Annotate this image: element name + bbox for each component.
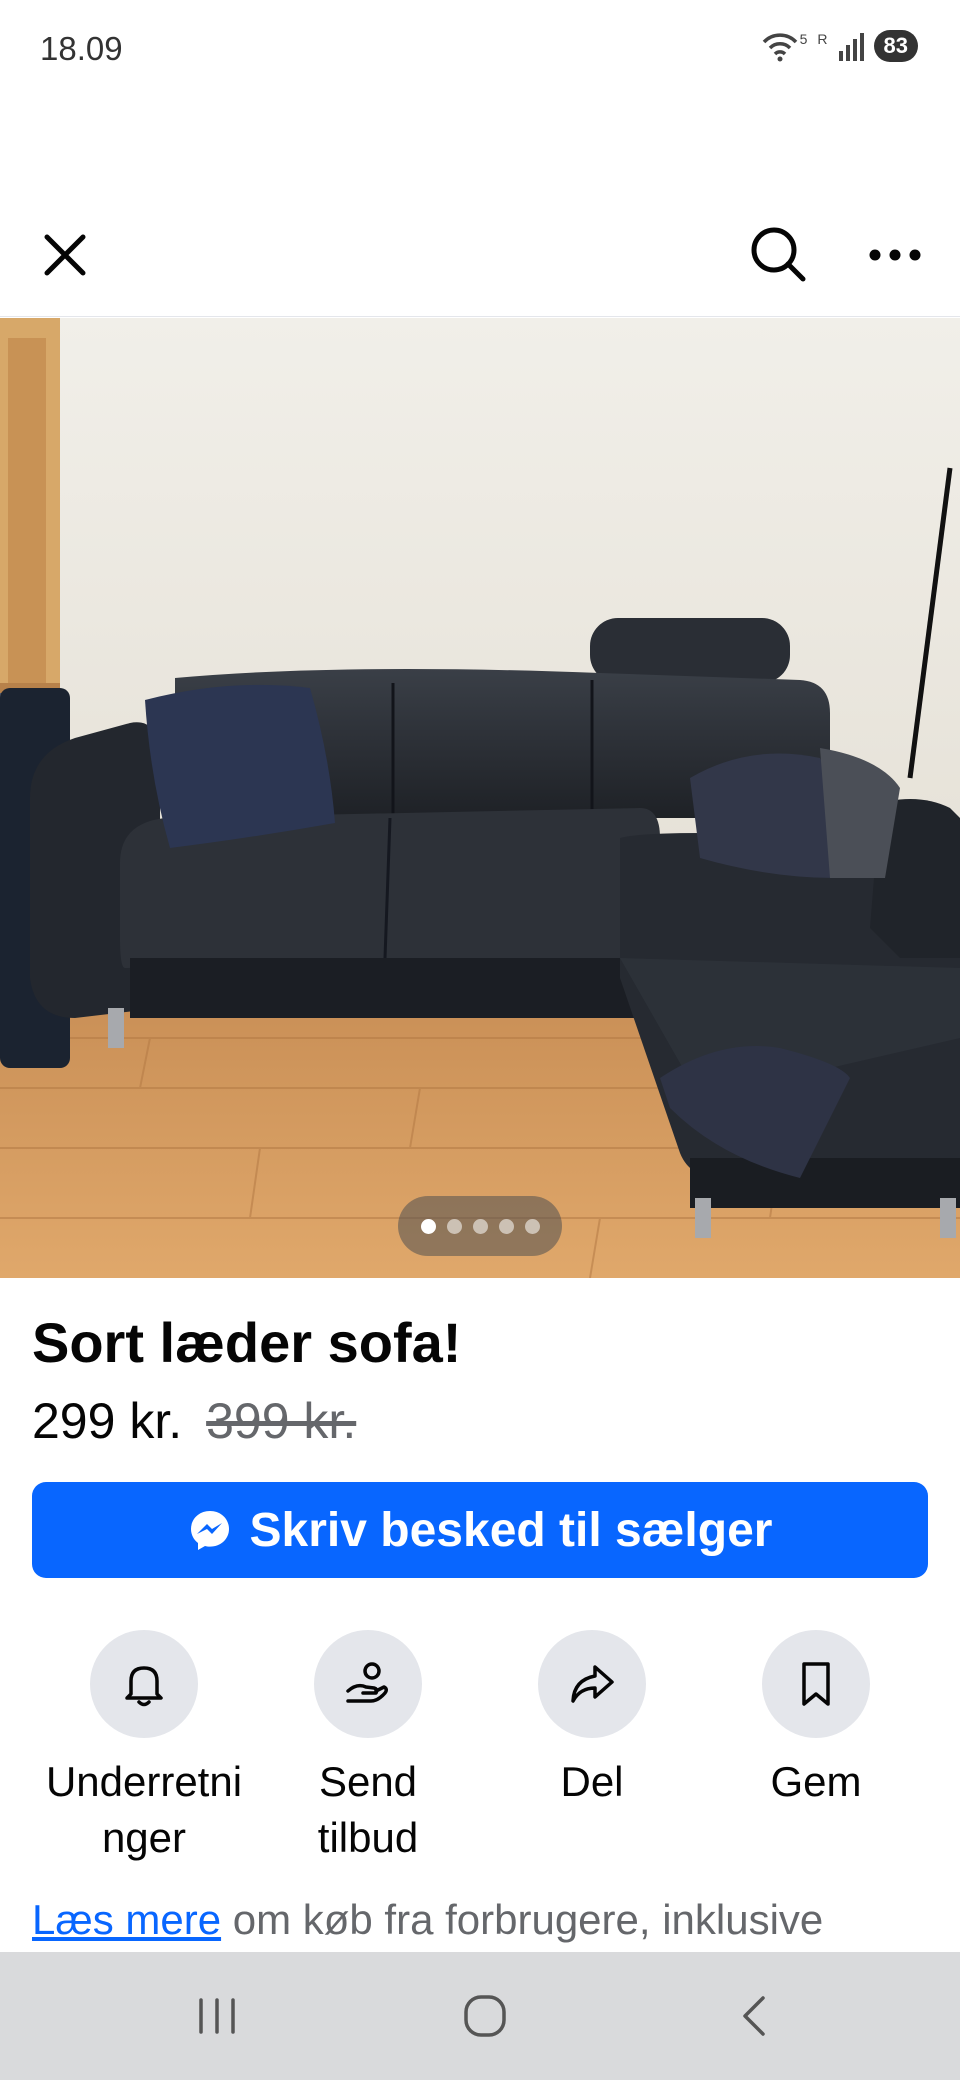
bell-icon bbox=[125, 1666, 163, 1707]
send-offer-action[interactable]: Send tilbud bbox=[256, 1630, 480, 1866]
notifications-button[interactable] bbox=[90, 1630, 198, 1738]
status-bar: 18.09 5 R 83 bbox=[0, 0, 960, 100]
wifi-icon bbox=[762, 33, 797, 62]
network-type-label: 5 bbox=[799, 31, 808, 47]
save-button[interactable] bbox=[762, 1630, 870, 1738]
share-button[interactable] bbox=[538, 1630, 646, 1738]
read-more-link[interactable]: Læs mere bbox=[32, 1896, 221, 1943]
original-price: 399 kr. bbox=[206, 1393, 357, 1449]
listing-photo[interactable] bbox=[0, 318, 960, 1278]
recent-apps-button[interactable] bbox=[187, 1986, 247, 2046]
bookmark-icon bbox=[802, 1662, 830, 1706]
back-icon bbox=[743, 1996, 765, 2036]
notifications-action[interactable]: Underretni nger bbox=[32, 1630, 256, 1866]
pager-dot bbox=[498, 1218, 514, 1234]
pager-dot bbox=[420, 1218, 436, 1234]
pager-dot bbox=[524, 1218, 540, 1234]
roaming-label: R bbox=[817, 31, 828, 47]
back-button[interactable] bbox=[725, 1986, 785, 2046]
share-label: Del bbox=[560, 1758, 624, 1805]
search-button[interactable] bbox=[740, 216, 816, 292]
pager-dot bbox=[446, 1218, 462, 1234]
search-icon bbox=[751, 227, 806, 282]
share-icon bbox=[571, 1665, 614, 1703]
listing-title: Sort læder sofa! bbox=[32, 1311, 462, 1374]
more-options-button[interactable] bbox=[860, 220, 930, 290]
top-bar bbox=[0, 200, 960, 317]
signal-icon bbox=[838, 33, 864, 61]
current-price: 299 kr. bbox=[32, 1393, 183, 1449]
offer-hand-icon bbox=[346, 1662, 389, 1703]
status-icons: 5 R 83 bbox=[760, 30, 918, 62]
read-more-description: om køb fra forbrugere, inklusive bbox=[221, 1896, 824, 1943]
message-seller-button[interactable]: Skriv besked til sælger bbox=[32, 1482, 928, 1578]
more-icon bbox=[869, 249, 921, 261]
battery-indicator: 83 bbox=[873, 30, 918, 62]
close-button[interactable] bbox=[30, 220, 100, 290]
share-action[interactable]: Del bbox=[480, 1630, 704, 1810]
close-icon bbox=[44, 234, 86, 276]
pager-dot bbox=[472, 1218, 488, 1234]
action-buttons: Underretni nger Send tilbud Del Gem bbox=[0, 1630, 960, 1861]
message-seller-label: Skriv besked til sælger bbox=[249, 1503, 773, 1557]
system-navigation-bar bbox=[0, 1952, 960, 2080]
notifications-label: Underretni nger bbox=[45, 1758, 243, 1861]
photo-pager bbox=[398, 1196, 562, 1256]
send-offer-button[interactable] bbox=[314, 1630, 422, 1738]
home-button[interactable] bbox=[455, 1986, 515, 2046]
messenger-icon bbox=[190, 1511, 229, 1550]
read-more-text: Læs mere om køb fra forbrugere, inklusiv… bbox=[32, 1896, 823, 1944]
send-offer-label: Send tilbud bbox=[317, 1758, 419, 1861]
home-icon bbox=[464, 1995, 506, 2037]
save-action[interactable]: Gem bbox=[704, 1630, 928, 1810]
save-label: Gem bbox=[770, 1758, 862, 1805]
status-time: 18.09 bbox=[40, 30, 123, 67]
price-row: 299 kr. 399 kr. bbox=[32, 1392, 356, 1450]
sofa-photo-illustration bbox=[0, 318, 960, 1278]
recent-apps-icon bbox=[199, 1998, 235, 2034]
